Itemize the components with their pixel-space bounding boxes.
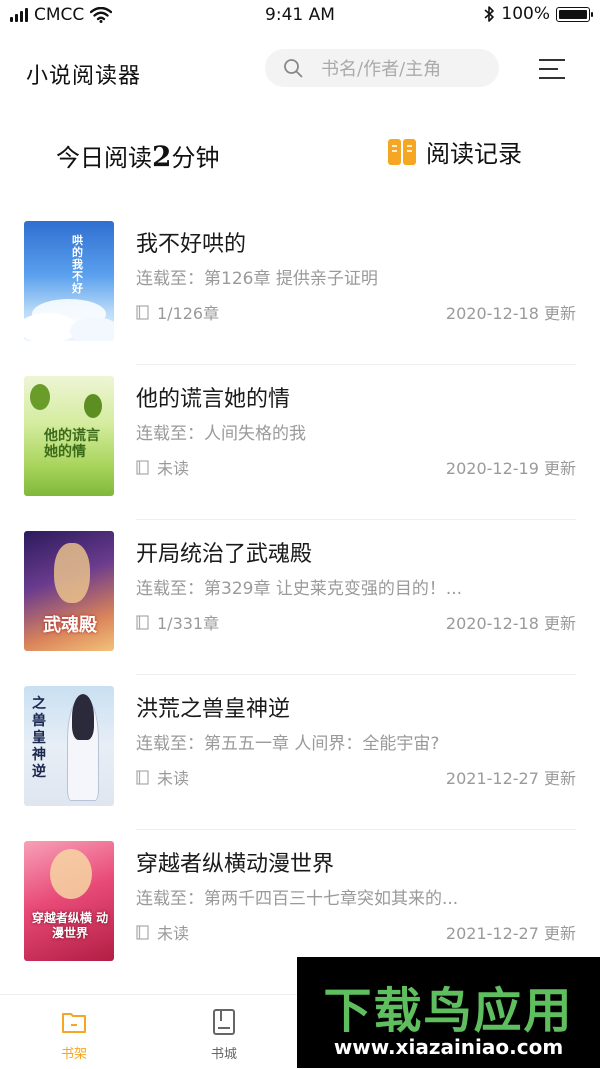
book-progress-text: 未读 bbox=[157, 459, 190, 478]
reading-history-button[interactable]: 阅读记录 bbox=[386, 134, 522, 169]
search-box[interactable] bbox=[265, 49, 499, 87]
book-cover[interactable]: 武魂殿 bbox=[24, 531, 114, 651]
watermark-logo-text: 下载鸟应用 bbox=[323, 983, 574, 1039]
cover-title: 之兽皇神逆 bbox=[32, 696, 46, 780]
search-input[interactable] bbox=[319, 53, 493, 85]
watermark: 下载鸟应用 www.xiazainiao.com bbox=[297, 957, 600, 1068]
today-reading-minutes: 2 bbox=[152, 140, 172, 173]
book-progress-text: 未读 bbox=[157, 924, 190, 943]
app-title: 小说阅读器 bbox=[26, 64, 142, 89]
tab-bookstore[interactable]: 书城 bbox=[184, 1007, 264, 1062]
book-item[interactable]: 哄的 我不好 我不好哄的 连载至：第126章 提供亲子证明 1/126章 202… bbox=[0, 220, 600, 375]
bookmark-icon bbox=[136, 304, 149, 320]
battery-percent: 100% bbox=[501, 4, 550, 24]
book-item[interactable]: 之兽皇神逆 洪荒之兽皇神逆 连载至：第五五一章 人间界：全能宇宙? 未读 202… bbox=[0, 685, 600, 840]
book-progress: 1/331章 bbox=[136, 610, 219, 634]
book-cover[interactable]: 他的谎言 她的情 bbox=[24, 376, 114, 496]
status-bar: CMCC 9:41 AM 100% bbox=[0, 0, 600, 32]
book-progress-text: 1/331章 bbox=[157, 614, 220, 633]
book-latest-chapter: 连载至：第五五一章 人间界：全能宇宙? bbox=[136, 734, 440, 754]
bookmark-icon bbox=[136, 769, 149, 785]
book-icon bbox=[213, 1009, 235, 1035]
tab-bookshelf[interactable]: 书架 bbox=[34, 1007, 114, 1062]
book-updated-date: 2020-12-18 更新 bbox=[445, 304, 576, 323]
book-item[interactable]: 武魂殿 开局统治了武魂殿 连载至：第329章 让史莱克变强的目的！... 1/3… bbox=[0, 530, 600, 685]
today-reading-time: 今日阅读2分钟 bbox=[56, 138, 219, 173]
today-reading-suffix: 分钟 bbox=[171, 144, 220, 172]
bookmark-icon bbox=[136, 614, 149, 630]
app-header: 小说阅读器 bbox=[0, 40, 600, 104]
divider bbox=[136, 364, 576, 365]
book-updated-date: 2020-12-19 更新 bbox=[445, 459, 576, 478]
book-updated-date: 2021-12-27 更新 bbox=[445, 769, 576, 788]
tab-bookshelf-label: 书架 bbox=[60, 1047, 87, 1062]
book-latest-chapter: 连载至：第329章 让史莱克变强的目的！... bbox=[136, 579, 463, 599]
book-progress: 1/126章 bbox=[136, 300, 219, 324]
book-title: 开局统治了武魂殿 bbox=[136, 542, 313, 567]
book-updated-date: 2020-12-18 更新 bbox=[445, 614, 576, 633]
open-book-icon bbox=[388, 138, 416, 165]
book-title: 他的谎言她的情 bbox=[136, 387, 291, 412]
book-progress: 未读 bbox=[136, 765, 189, 789]
book-cover[interactable]: 之兽皇神逆 bbox=[24, 686, 114, 806]
reading-summary-bar: 今日阅读2分钟 阅读记录 bbox=[0, 128, 600, 184]
book-latest-chapter: 连载至：第两千四百三十七章突如其来的... bbox=[136, 889, 459, 909]
bookshelf-icon bbox=[62, 1013, 86, 1033]
bookshelf-list: 哄的 我不好 我不好哄的 连载至：第126章 提供亲子证明 1/126章 202… bbox=[0, 220, 600, 995]
menu-icon[interactable] bbox=[536, 55, 568, 83]
divider bbox=[136, 519, 576, 520]
book-progress-text: 未读 bbox=[157, 769, 190, 788]
book-latest-chapter: 连载至：第126章 提供亲子证明 bbox=[136, 269, 378, 289]
cover-title: 他的谎言 她的情 bbox=[44, 428, 100, 460]
today-reading-prefix: 今日阅读 bbox=[56, 144, 152, 172]
reading-history-label: 阅读记录 bbox=[426, 140, 522, 168]
book-updated-date: 2021-12-27 更新 bbox=[445, 924, 576, 943]
bookmark-icon bbox=[136, 459, 149, 475]
book-item[interactable]: 他的谎言 她的情 他的谎言她的情 连载至：人间失格的我 未读 2020-12-1… bbox=[0, 375, 600, 530]
divider bbox=[136, 674, 576, 675]
battery-icon bbox=[556, 6, 593, 22]
book-progress: 未读 bbox=[136, 920, 189, 944]
book-latest-chapter: 连载至：人间失格的我 bbox=[136, 424, 306, 444]
tab-bookstore-label: 书城 bbox=[210, 1047, 237, 1062]
status-right: 100% bbox=[483, 4, 593, 24]
book-title: 洪荒之兽皇神逆 bbox=[136, 697, 291, 722]
watermark-url: www.xiazainiao.com bbox=[333, 1035, 564, 1059]
cover-title: 武魂殿 bbox=[43, 615, 97, 636]
book-progress-text: 1/126章 bbox=[157, 304, 220, 323]
search-icon bbox=[284, 59, 303, 78]
bookmark-icon bbox=[136, 924, 149, 940]
book-cover[interactable]: 穿越者纵横 动漫世界 bbox=[24, 841, 114, 961]
cover-title: 穿越者纵横 动漫世界 bbox=[31, 911, 109, 940]
book-title: 我不好哄的 bbox=[136, 232, 247, 257]
book-title: 穿越者纵横动漫世界 bbox=[136, 852, 335, 877]
book-progress: 未读 bbox=[136, 455, 189, 479]
bluetooth-icon bbox=[484, 6, 495, 22]
book-cover[interactable]: 哄的 我不好 bbox=[24, 221, 114, 341]
divider bbox=[136, 829, 576, 830]
cover-title: 哄的 我不好 bbox=[72, 234, 83, 295]
